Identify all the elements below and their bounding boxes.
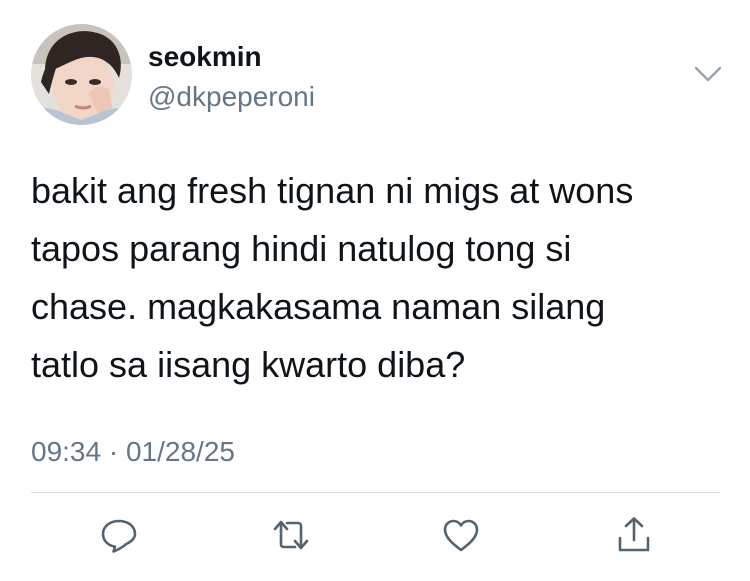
- timestamp-separator: ·: [108, 436, 119, 467]
- reply-button[interactable]: [99, 515, 139, 555]
- reply-icon: [101, 519, 137, 553]
- tweet-date: 01/28/25: [125, 436, 235, 467]
- avatar[interactable]: [31, 24, 132, 125]
- share-button[interactable]: [614, 515, 654, 555]
- profile-photo: [31, 24, 132, 125]
- chevron-down-icon[interactable]: [692, 60, 724, 88]
- tweet-text-line: bakit ang fresh tignan ni migs at wons: [31, 170, 634, 211]
- tweet-text-line: chase. magkakasama naman silang: [31, 286, 606, 327]
- like-button[interactable]: [441, 515, 481, 555]
- retweet-button[interactable]: [271, 515, 311, 555]
- display-name[interactable]: seokmin: [148, 40, 262, 74]
- user-handle[interactable]: @dkpeperoni: [148, 80, 315, 114]
- tweet-text-line: tatlo sa iisang kwarto diba?: [31, 344, 466, 385]
- retweet-icon: [273, 520, 309, 550]
- tweet-text: bakit ang fresh tignan ni migs at wons t…: [31, 162, 721, 394]
- share-icon: [618, 517, 650, 552]
- divider: [31, 492, 720, 493]
- like-icon: [443, 519, 479, 552]
- tweet-timestamp[interactable]: 09:34 · 01/28/25: [31, 434, 235, 470]
- tweet-text-line: tapos parang hindi natulog tong si: [31, 228, 572, 269]
- tweet-time: 09:34: [31, 436, 102, 467]
